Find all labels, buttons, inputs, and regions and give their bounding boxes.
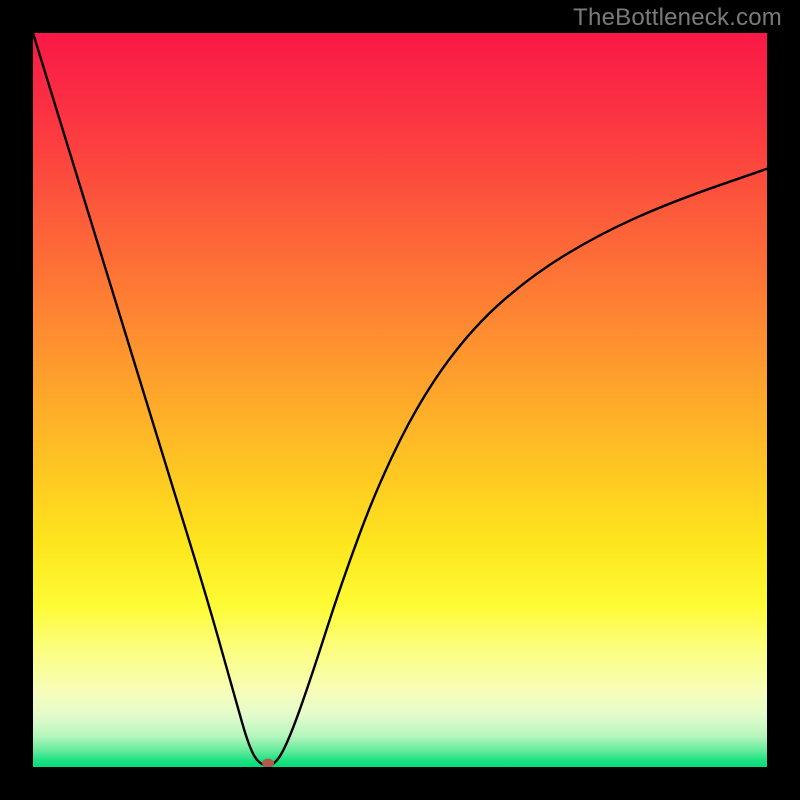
bottleneck-curve [33,33,767,767]
minimum-marker [262,759,274,767]
chart-frame: TheBottleneck.com [0,0,800,800]
watermark-text: TheBottleneck.com [573,4,782,32]
plot-area [33,33,767,767]
